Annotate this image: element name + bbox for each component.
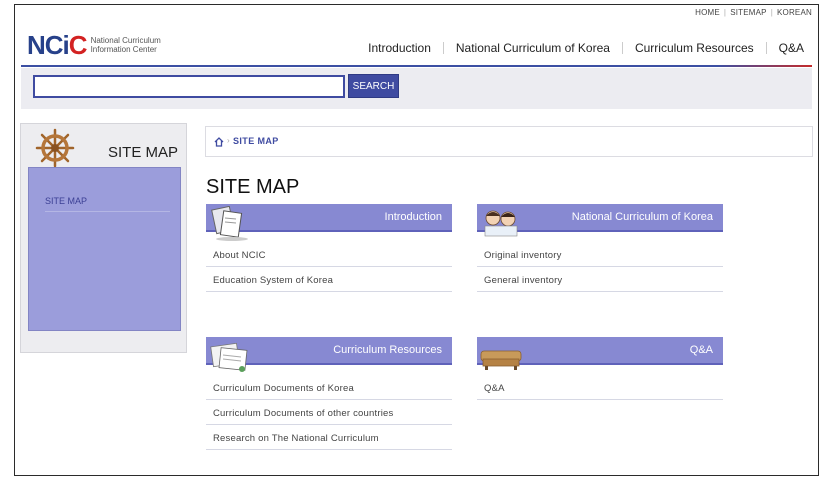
breadcrumb-separator-icon: › [227,136,230,145]
link-research[interactable]: Research on The National Curriculum [206,425,452,450]
section-links: About NCIC Education System of Korea [206,242,452,292]
ship-wheel-icon [35,128,75,168]
sidebar: SITE MAP SITE MAP [20,123,187,353]
ncic-logo[interactable]: NCiC National Curriculum Information Cen… [27,31,161,59]
section-header: Curriculum Resources [206,337,452,372]
nav-curriculum-resources[interactable]: Curriculum Resources [635,41,754,55]
nav-underline [21,65,812,67]
section-links: Original inventory General inventory [477,242,723,292]
sidebar-title: SITE MAP [107,144,178,161]
page-title: SITE MAP [206,176,300,198]
main-nav: Introduction National Curriculum of Kore… [368,41,804,55]
link-about-ncic[interactable]: About NCIC [206,242,452,267]
sidebar-item-sitemap[interactable]: SITE MAP [45,196,87,206]
section-title[interactable]: Q&A [690,344,713,356]
section-links: Curriculum Documents of Korea Curriculum… [206,375,452,450]
search-bar: SEARCH [21,68,812,109]
logo-line-1: National Curriculum [90,36,161,45]
utility-links: HOME | SITEMAP | KOREAN [695,8,812,17]
breadcrumb-current: SITE MAP [233,136,279,146]
sofa-icon [480,350,522,370]
home-icon[interactable] [214,137,224,147]
documents-icon [210,342,248,372]
book-icon [211,206,248,241]
search-button[interactable]: SEARCH [348,74,399,98]
korean-link[interactable]: KOREAN [777,8,812,17]
section-header: Introduction [206,204,452,241]
sidebar-menu: SITE MAP [28,167,181,331]
divider [45,211,170,212]
link-general-inventory[interactable]: General inventory [477,267,723,292]
nav-introduction[interactable]: Introduction [368,41,431,55]
section-header: National Curriculum of Korea [477,204,723,237]
section-qa: Q&A Q&A [477,337,723,400]
breadcrumb: › SITE MAP [205,126,813,157]
link-documents-korea[interactable]: Curriculum Documents of Korea [206,375,452,400]
sitemap-link[interactable]: SITEMAP [730,8,767,17]
logo-text: National Curriculum Information Center [91,36,161,54]
nav-divider [621,42,623,54]
link-documents-other-countries[interactable]: Curriculum Documents of other countries [206,400,452,425]
section-title[interactable]: National Curriculum of Korea [572,211,713,223]
section-header: Q&A [477,337,723,370]
page-frame: HOME | SITEMAP | KOREAN NCiC National Cu… [14,4,819,476]
link-qa[interactable]: Q&A [477,375,723,400]
section-links: Q&A [477,375,723,400]
section-title[interactable]: Introduction [385,211,442,223]
home-link[interactable]: HOME [695,8,720,17]
children-icon [484,210,518,237]
section-national-curriculum: National Curriculum of Korea Original in… [477,204,723,292]
divider: | [723,8,727,17]
divider: | [770,8,773,17]
section-curriculum-resources: Curriculum Resources Curriculum Document… [206,337,452,450]
link-original-inventory[interactable]: Original inventory [477,242,723,267]
search-input[interactable] [33,75,345,98]
section-title[interactable]: Curriculum Resources [333,344,442,356]
logo-line-2: Information Center [90,45,157,54]
section-introduction: Introduction About NCIC Education System… [206,204,452,292]
nav-divider [442,42,444,54]
nav-qa[interactable]: Q&A [779,41,804,55]
link-education-system[interactable]: Education System of Korea [206,267,452,292]
nav-divider [765,42,767,54]
logo-mark: NCiC [27,30,88,60]
nav-national-curriculum[interactable]: National Curriculum of Korea [456,41,610,55]
